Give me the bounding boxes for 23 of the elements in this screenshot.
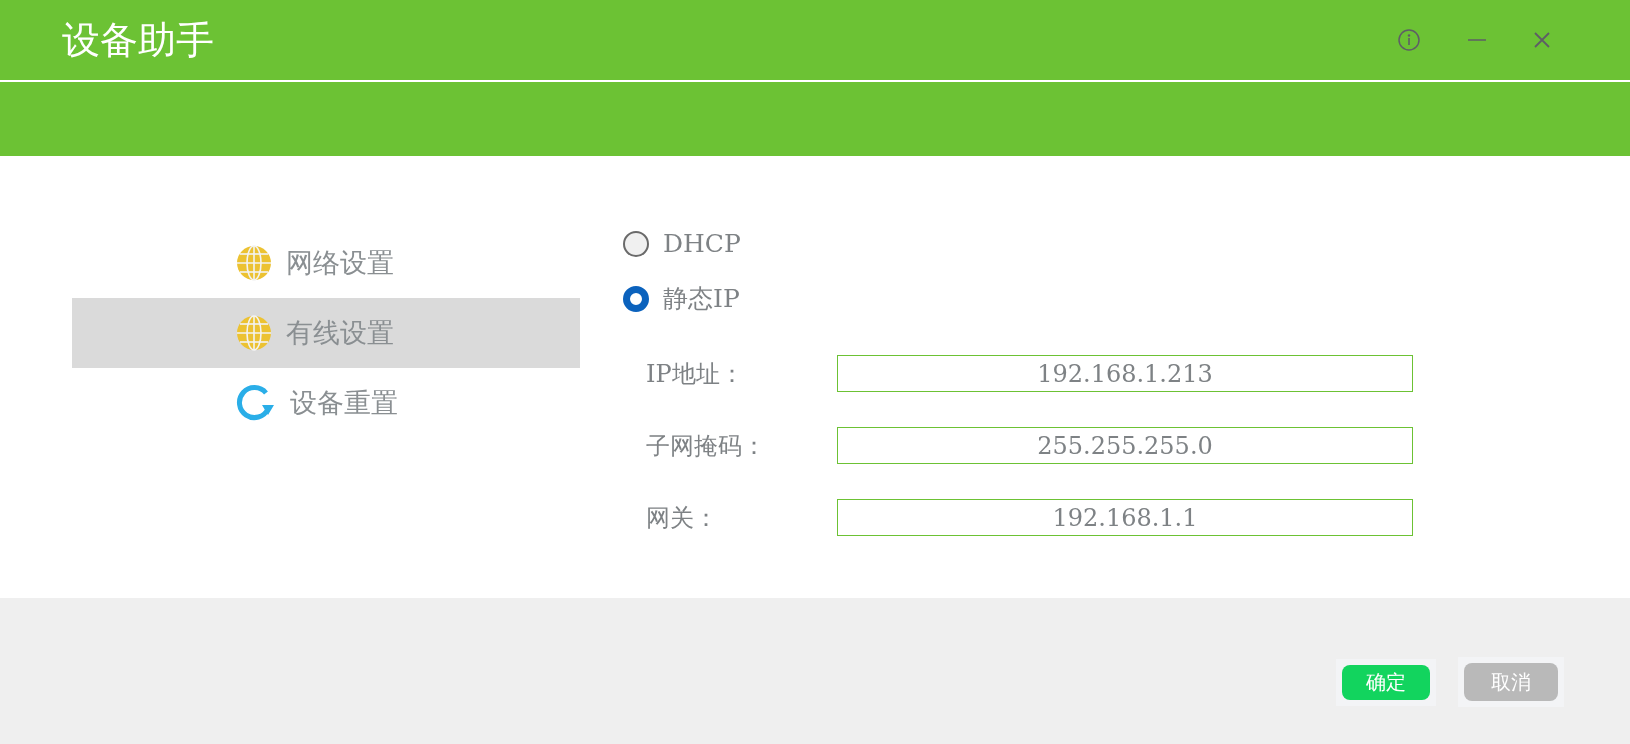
radio-button[interactable]	[623, 230, 649, 257]
globe-icon	[236, 245, 272, 281]
field-label: 子网掩码：	[646, 430, 767, 462]
field-label: IP地址：	[646, 358, 745, 390]
input-field[interactable]: 192.168.1.213	[837, 355, 1413, 392]
sidebar-item[interactable]: 设备重置	[72, 368, 580, 438]
globe-icon	[236, 315, 272, 351]
info-icon[interactable]	[1398, 29, 1420, 51]
close-icon[interactable]	[1534, 32, 1550, 48]
sidebar-label: 设备重置	[290, 385, 398, 420]
input-field[interactable]: 192.168.1.1	[837, 499, 1413, 536]
window-title: 设备助手	[62, 16, 215, 64]
sidebar-label: 网络设置	[286, 245, 394, 280]
radio-button[interactable]	[623, 285, 649, 312]
input-field[interactable]: 255.255.255.0	[837, 427, 1413, 464]
confirm-button[interactable]: 确定	[1342, 664, 1430, 700]
refresh-icon	[236, 385, 276, 421]
radio-label: 静态IP	[663, 282, 740, 315]
radio-label: DHCP	[663, 227, 741, 260]
sidebar-item[interactable]: 网络设置	[72, 228, 580, 298]
sidebar-item[interactable]: 有线设置	[72, 298, 580, 368]
sidebar-label: 有线设置	[286, 315, 394, 350]
field-label: 网关：	[646, 502, 719, 534]
